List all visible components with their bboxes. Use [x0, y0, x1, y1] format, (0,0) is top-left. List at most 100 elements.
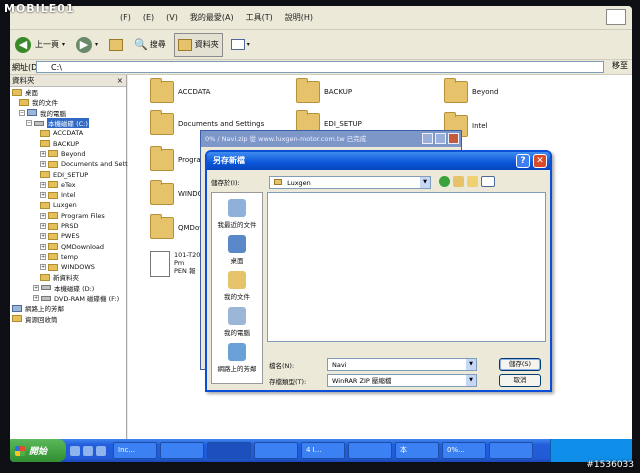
back-button[interactable]: ◀ 上一頁 ▾: [12, 33, 68, 57]
folder-tree-item[interactable]: Luxgen: [10, 200, 126, 210]
expand-icon[interactable]: +: [40, 253, 46, 260]
search-button[interactable]: 🔍 搜尋: [131, 33, 169, 57]
back-icon[interactable]: [439, 176, 450, 187]
windows-flag-icon: [15, 445, 25, 456]
filetype-select[interactable]: WinRAR ZIP 壓縮檔 ▼: [327, 374, 477, 387]
expand-icon[interactable]: +: [33, 284, 39, 291]
folder-item[interactable]: BACKUP: [296, 78, 352, 103]
views-menu-icon[interactable]: [481, 176, 495, 187]
cancel-button[interactable]: 取消: [499, 374, 541, 387]
folder-icon: [48, 263, 58, 271]
look-in-select[interactable]: Luxgen ▼: [269, 176, 431, 189]
save-button[interactable]: 儲存(S): [499, 358, 541, 371]
folder-tree-item[interactable]: − 本機磁碟 (C:): [10, 118, 126, 129]
folder-item[interactable]: Program: [150, 146, 208, 171]
taskbar: 開始 Inc... 4 I... 本 0%...: [10, 439, 632, 462]
folder-tree-item[interactable]: + QMDownload: [10, 241, 126, 251]
views-button[interactable]: ▾: [228, 33, 253, 57]
filename-input[interactable]: Navi ▼: [327, 358, 477, 371]
expand-icon[interactable]: +: [40, 212, 46, 219]
expand-icon[interactable]: +: [40, 181, 46, 188]
collapse-icon[interactable]: −: [26, 120, 32, 127]
taskbar-task-button[interactable]: Inc...: [113, 442, 157, 459]
folder-tree-item[interactable]: 新資料夾: [10, 272, 126, 282]
folder-item[interactable]: ACCDATA: [150, 78, 210, 103]
address-input[interactable]: C:\: [36, 61, 604, 73]
folder-tree-item[interactable]: + PRSD: [10, 221, 126, 231]
folder-tree-item[interactable]: + Beyond: [10, 149, 126, 159]
close-button[interactable]: ✕: [533, 154, 547, 168]
close-button[interactable]: [448, 133, 459, 144]
menu-view[interactable]: (V): [166, 13, 178, 22]
taskbar-task-button[interactable]: [348, 442, 392, 459]
folder-tree-item[interactable]: + WINDOWS: [10, 262, 126, 272]
menu-favorites[interactable]: 我的最愛(A): [190, 12, 234, 23]
expand-icon[interactable]: +: [40, 161, 46, 168]
dialog-nav-icons: [439, 176, 498, 187]
expand-icon[interactable]: +: [40, 243, 46, 250]
chevron-down-icon: ▾: [95, 41, 99, 48]
folder-item[interactable]: Beyond: [444, 78, 498, 103]
menu-edit[interactable]: (E): [143, 13, 154, 22]
folder-tree-item[interactable]: 桌面: [10, 87, 126, 97]
folder-item[interactable]: WINDO: [150, 180, 203, 205]
place-recent[interactable]: 我最近的文件: [212, 199, 262, 229]
folder-tree-item[interactable]: + eTex: [10, 180, 126, 190]
close-icon[interactable]: ×: [117, 75, 123, 87]
folder-tree-item[interactable]: + DVD-RAM 磁碟機 (F:): [10, 293, 126, 303]
collapse-icon[interactable]: −: [19, 109, 25, 116]
folder-item[interactable]: QMDow: [150, 214, 205, 239]
place-my-documents[interactable]: 我的文件: [212, 271, 262, 301]
maximize-button[interactable]: [435, 133, 446, 144]
taskbar-task-button[interactable]: [207, 442, 251, 459]
minimize-button[interactable]: [422, 133, 433, 144]
place-network[interactable]: 網路上的芳鄰: [212, 343, 262, 373]
folder-tree-item[interactable]: BACKUP: [10, 138, 126, 148]
folder-tree-item[interactable]: + temp: [10, 252, 126, 262]
folder-tree-label: 資源回收筒: [25, 315, 58, 324]
folder-tree-item[interactable]: 我的文件: [10, 97, 126, 107]
file-item[interactable]: 101-T20 Pm PEN 報: [150, 251, 200, 277]
expand-icon[interactable]: +: [40, 264, 46, 271]
folder-tree-item[interactable]: 網路上的芳鄰: [10, 303, 126, 313]
folder-tree-item[interactable]: + PWES: [10, 231, 126, 241]
new-folder-icon[interactable]: [467, 176, 478, 187]
folder-icon: [48, 160, 58, 168]
up-folder-icon[interactable]: [453, 176, 464, 187]
folder-tree-item[interactable]: + Intel: [10, 190, 126, 200]
place-my-computer[interactable]: 我的電腦: [212, 307, 262, 337]
taskbar-task-button[interactable]: 4 I...: [301, 442, 345, 459]
expand-icon[interactable]: +: [40, 150, 46, 157]
start-button[interactable]: 開始: [10, 439, 66, 462]
menu-file[interactable]: (F): [120, 13, 131, 22]
expand-icon[interactable]: +: [40, 192, 46, 199]
folder-tree-item[interactable]: + Documents and Settings: [10, 159, 141, 169]
folders-button[interactable]: 資料夾: [173, 32, 223, 57]
quick-launch-icon[interactable]: [96, 445, 106, 456]
folder-tree-item[interactable]: EDI_SETUP: [10, 169, 126, 179]
help-button[interactable]: ?: [516, 154, 530, 168]
menu-tools[interactable]: 工具(T): [246, 12, 273, 23]
folder-tree-item[interactable]: 資源回收筒: [10, 314, 126, 324]
folder-tree-item[interactable]: ACCDATA: [10, 128, 126, 138]
expand-icon[interactable]: +: [40, 223, 46, 229]
quick-launch-icon[interactable]: [83, 445, 93, 456]
file-list[interactable]: [267, 192, 546, 342]
forward-button[interactable]: ▶ ▾: [73, 33, 101, 57]
place-desktop[interactable]: 桌面: [212, 235, 262, 265]
folder-tree-item[interactable]: − 我的電腦: [10, 108, 126, 118]
expand-icon[interactable]: +: [33, 295, 39, 302]
taskbar-task-button[interactable]: [254, 442, 298, 459]
taskbar-task-button[interactable]: 本: [395, 442, 439, 459]
taskbar-task-button[interactable]: [489, 442, 533, 459]
up-folder-button[interactable]: [106, 33, 126, 57]
menu-help[interactable]: 說明(H): [285, 12, 313, 23]
folder-tree-item[interactable]: + Program Files: [10, 211, 126, 221]
taskbar-task-button[interactable]: 0%...: [442, 442, 486, 459]
go-button[interactable]: 移至: [612, 60, 628, 71]
quick-launch-icon[interactable]: [70, 445, 80, 456]
folder-icon: [150, 110, 174, 135]
expand-icon[interactable]: +: [40, 233, 46, 240]
folder-tree-item[interactable]: + 本機磁碟 (D:): [10, 283, 126, 293]
taskbar-task-button[interactable]: [160, 442, 204, 459]
